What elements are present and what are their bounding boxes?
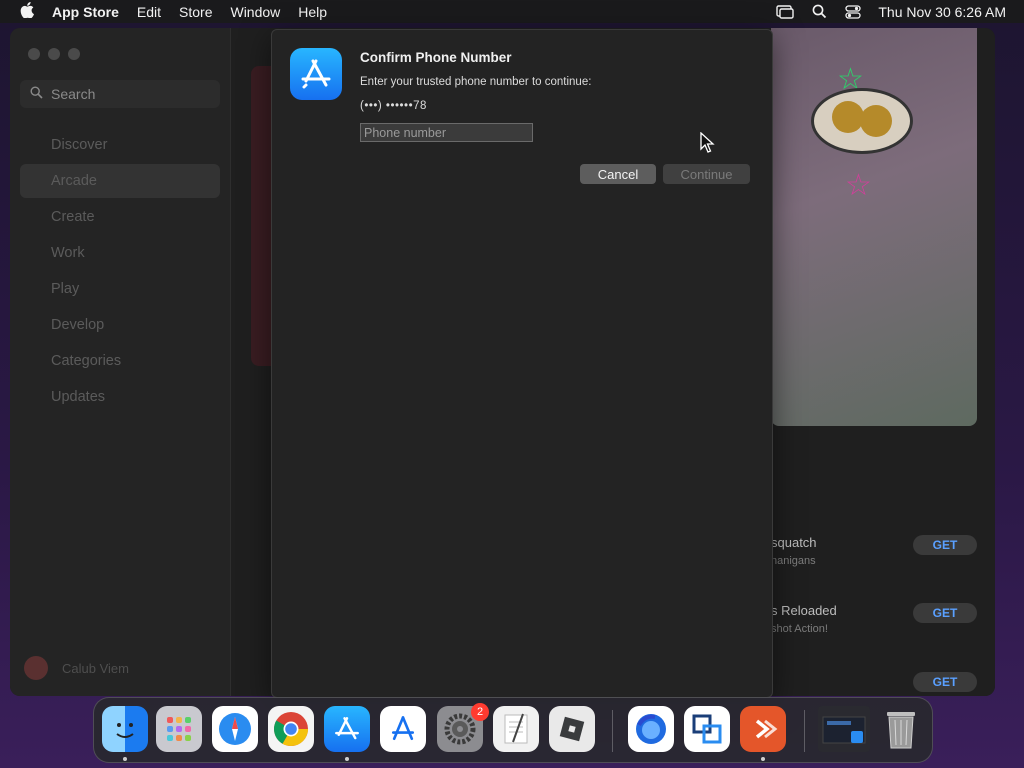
dock-divider [612, 710, 613, 752]
menu-bar: App Store Edit Store Window Help Thu Nov… [0, 0, 1024, 23]
chrome-icon[interactable] [268, 706, 314, 752]
food-plate-artwork [811, 88, 913, 154]
textedit-icon[interactable] [493, 706, 539, 752]
sidebar-nav: Discover Arcade Create Work Play Develop… [20, 128, 220, 416]
firefox-icon[interactable] [628, 706, 674, 752]
window-controls [28, 48, 88, 60]
close-window-button[interactable] [28, 48, 40, 60]
get-button[interactable]: GET [913, 672, 977, 692]
dock-divider [804, 710, 805, 752]
minimize-window-button[interactable] [48, 48, 60, 60]
app-store-dock-icon[interactable] [324, 706, 370, 752]
star-icon: ☆ [845, 169, 872, 202]
sidebar-item-updates[interactable]: Updates [20, 380, 220, 414]
get-button[interactable]: GET [913, 535, 977, 555]
game-subtitle: shot Action! [771, 623, 828, 635]
menu-edit[interactable]: Edit [137, 4, 161, 20]
sidebar-account[interactable]: Calub Viem [24, 656, 129, 680]
dialog-title: Confirm Phone Number [360, 50, 512, 65]
apple-menu-icon[interactable] [16, 1, 38, 22]
remote-desktop-icon[interactable] [740, 706, 786, 752]
sidebar-search-placeholder: Search [51, 86, 96, 102]
sidebar-item-play[interactable]: Play [20, 272, 220, 306]
xcode-instruments-icon[interactable] [380, 706, 426, 752]
game-subtitle: nanigans [771, 555, 816, 567]
menu-help[interactable]: Help [298, 4, 327, 20]
cancel-button[interactable]: Cancel [580, 164, 656, 184]
search-icon [30, 86, 43, 102]
masked-phone-number: (•••) ••••••78 [360, 100, 427, 112]
account-name: Calub Viem [62, 660, 129, 676]
zoom-window-button[interactable] [68, 48, 80, 60]
sidebar: Search Discover Arcade Create Work Play … [10, 28, 231, 696]
launchpad-icon[interactable] [156, 706, 202, 752]
game-list-item[interactable]: s Reloaded shot Action! GET [771, 603, 977, 635]
dock: 2 [93, 697, 933, 763]
game-title: squatch [771, 535, 817, 550]
finder-icon[interactable] [102, 706, 148, 752]
sidebar-search-field[interactable]: Search [20, 80, 220, 108]
game-list-item[interactable]: squatch nanigans GET [771, 535, 977, 567]
menu-store[interactable]: Store [179, 4, 212, 20]
menu-window[interactable]: Window [230, 4, 280, 20]
arcade-banner-artwork[interactable]: ☆ ☆ [771, 28, 977, 426]
sidebar-item-arcade[interactable]: Arcade [20, 164, 220, 198]
phone-number-input[interactable] [360, 123, 533, 142]
sidebar-item-create[interactable]: Create [20, 200, 220, 234]
sidebar-item-categories[interactable]: Categories [20, 344, 220, 378]
roblox-icon[interactable] [549, 706, 595, 752]
sidebar-item-work[interactable]: Work [20, 236, 220, 270]
screen-mirroring-icon[interactable] [776, 4, 795, 19]
food-artwork [832, 101, 864, 133]
continue-button[interactable]: Continue [663, 164, 750, 184]
sidebar-item-develop[interactable]: Develop [20, 308, 220, 342]
menu-clock[interactable]: Thu Nov 30 6:26 AM [878, 4, 1006, 20]
game-list-item[interactable]: GET [771, 672, 977, 696]
trash-icon[interactable] [878, 706, 924, 752]
spotlight-search-icon[interactable] [810, 4, 828, 19]
dialog-message: Enter your trusted phone number to conti… [360, 76, 592, 88]
food-artwork [860, 105, 892, 137]
downloads-stack-icon[interactable] [818, 706, 870, 752]
app-store-icon [290, 48, 342, 100]
running-indicator [345, 757, 349, 761]
get-button[interactable]: GET [913, 603, 977, 623]
notification-badge: 2 [471, 703, 489, 721]
safari-icon[interactable] [212, 706, 258, 752]
control-center-icon[interactable] [844, 4, 862, 19]
running-indicator [123, 757, 127, 761]
vmware-fusion-icon[interactable] [684, 706, 730, 752]
avatar [24, 656, 48, 680]
sidebar-item-discover[interactable]: Discover [20, 128, 220, 162]
confirm-phone-dialog: Confirm Phone Number Enter your trusted … [271, 29, 773, 698]
game-title: s Reloaded [771, 603, 837, 618]
running-indicator [761, 757, 765, 761]
mouse-pointer-icon [700, 131, 716, 154]
menu-app-name[interactable]: App Store [52, 4, 119, 20]
